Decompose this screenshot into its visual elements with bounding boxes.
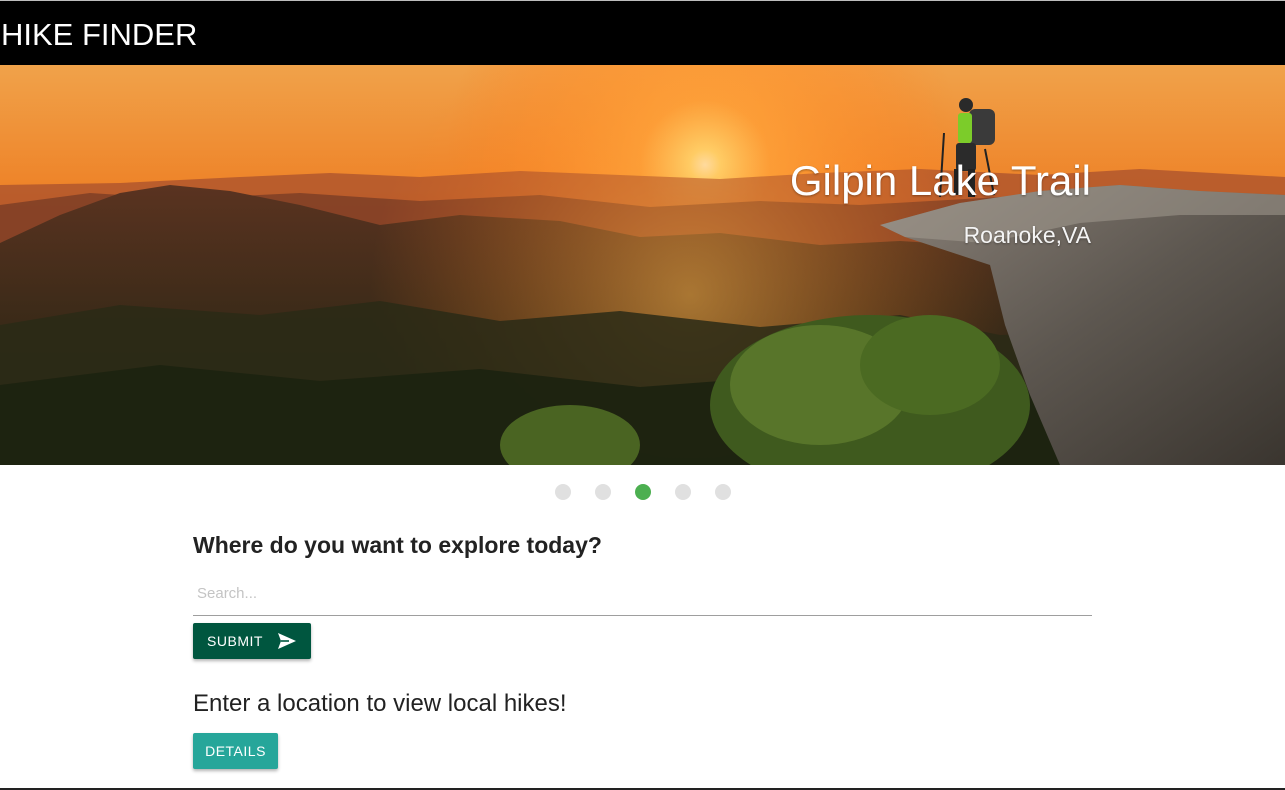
carousel-indicator-3[interactable] bbox=[635, 484, 651, 500]
slide-location: Roanoke,VA bbox=[963, 222, 1091, 248]
carousel-indicator-2[interactable] bbox=[595, 484, 611, 500]
carousel-indicator-5[interactable] bbox=[715, 484, 731, 500]
send-icon bbox=[277, 632, 297, 650]
details-button[interactable]: DETAILS bbox=[193, 733, 278, 769]
results-message: Enter a location to view local hikes! bbox=[193, 690, 567, 717]
hero-image bbox=[0, 65, 1285, 465]
carousel-indicator-1[interactable] bbox=[555, 484, 571, 500]
carousel-indicators bbox=[555, 484, 731, 501]
page: HIKE FINDER Gilpin Lake Trail Roanoke,VA… bbox=[0, 0, 1285, 790]
search-section: Where do you want to explore today? SUBM… bbox=[193, 529, 1092, 769]
brand-logo[interactable]: HIKE FINDER bbox=[1, 17, 197, 53]
submit-button[interactable]: SUBMIT bbox=[193, 623, 311, 659]
search-field bbox=[193, 573, 1092, 616]
hero-carousel[interactable]: Gilpin Lake Trail Roanoke,VA bbox=[0, 65, 1285, 465]
search-heading: Where do you want to explore today? bbox=[193, 532, 602, 558]
search-input[interactable] bbox=[193, 573, 1092, 613]
carousel-indicator-4[interactable] bbox=[675, 484, 691, 500]
navbar: HIKE FINDER bbox=[0, 1, 1285, 65]
submit-label: SUBMIT bbox=[207, 633, 263, 649]
slide-title: Gilpin Lake Trail bbox=[789, 157, 1091, 204]
